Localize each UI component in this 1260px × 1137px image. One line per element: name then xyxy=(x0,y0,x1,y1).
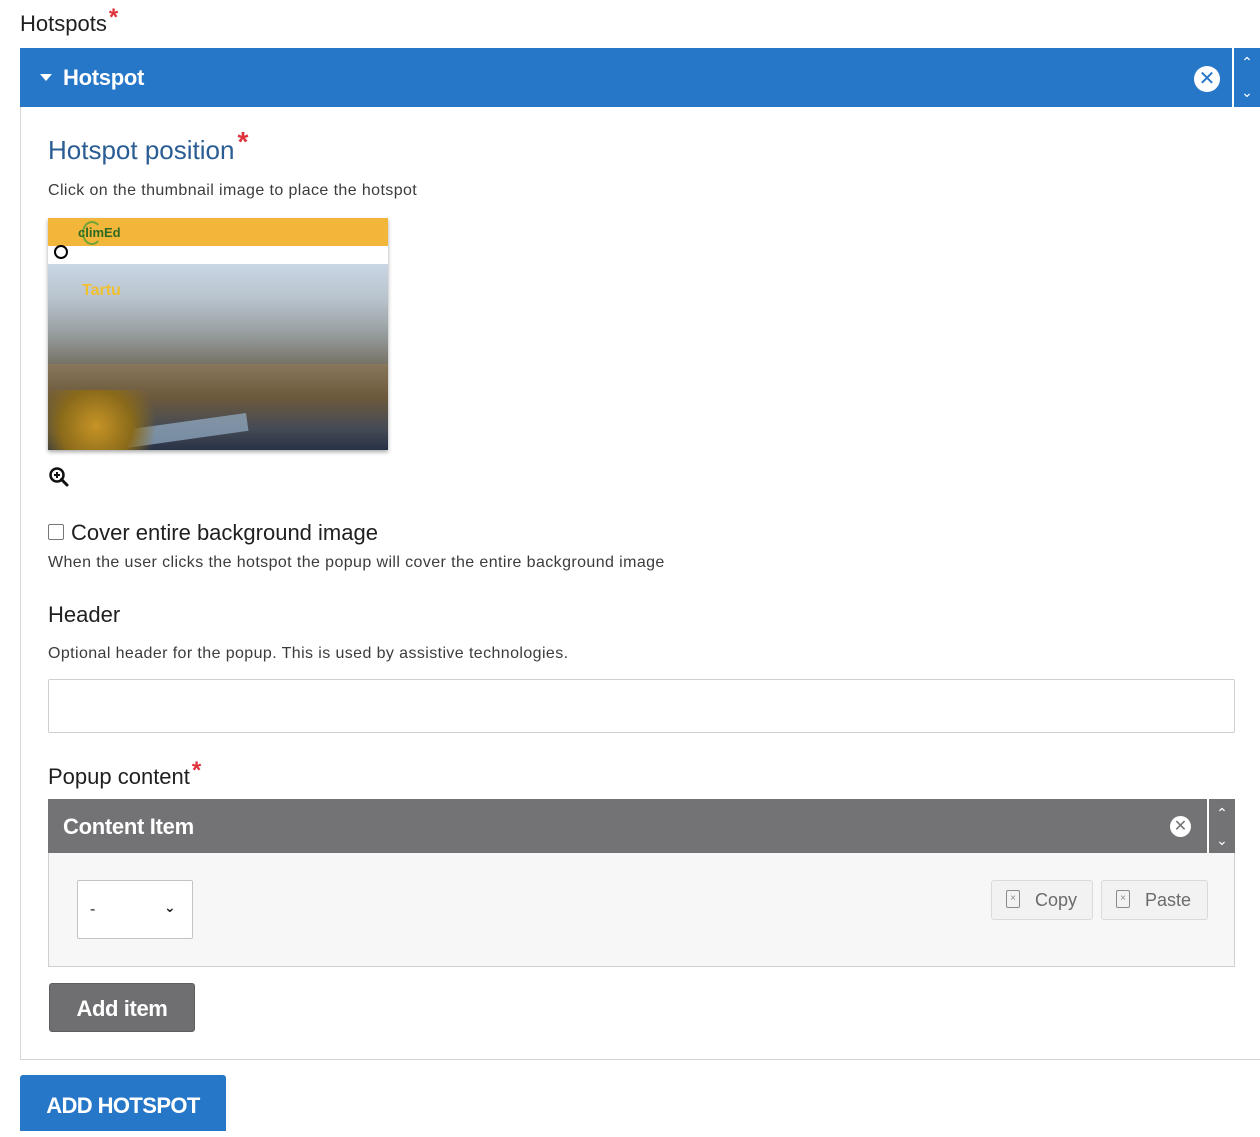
hotspot-header-bar[interactable]: Hotspot ✕ xyxy=(20,48,1232,107)
content-type-select[interactable]: - ⌄ xyxy=(77,880,193,939)
cover-label[interactable]: Cover entire background image xyxy=(71,520,378,546)
paste-button-label: Paste xyxy=(1145,890,1192,910)
add-item-button[interactable]: Add item xyxy=(49,983,195,1032)
popup-content-label-text: Popup content xyxy=(48,764,190,789)
header-input[interactable] xyxy=(48,679,1235,733)
caret-down-icon[interactable] xyxy=(40,74,52,81)
hotspot-marker[interactable] xyxy=(54,245,68,259)
hotspot-reorder-buttons[interactable]: ⌃ ⌄ xyxy=(1234,48,1260,107)
header-label-text: Header xyxy=(48,602,121,627)
copy-icon: × xyxy=(1006,890,1020,908)
chevron-up-icon[interactable]: ⌃ xyxy=(1209,799,1235,826)
section-title: Hotspots* xyxy=(20,4,118,38)
cover-description: When the user clicks the hotspot the pop… xyxy=(48,554,665,571)
cover-checkbox[interactable] xyxy=(48,524,64,540)
hotspot-position-description: Click on the thumbnail image to place th… xyxy=(48,182,418,199)
header-label: Header xyxy=(48,602,120,628)
paste-button[interactable]: × Paste xyxy=(1101,880,1208,920)
add-hotspot-button[interactable]: ADD HOTSPOT xyxy=(20,1075,226,1131)
section-title-text: Hotspots xyxy=(20,11,107,36)
close-circle-icon[interactable]: ✕ xyxy=(1170,816,1191,837)
hotspot-position-title: Hotspot position * xyxy=(48,126,248,166)
thumbnail-logo: climEd xyxy=(78,225,121,240)
popup-content-label: Popup content* xyxy=(48,757,201,791)
required-marker: * xyxy=(191,757,202,784)
background-thumbnail[interactable]: climEd Tartu xyxy=(48,218,388,450)
content-item-label: Content Item xyxy=(63,814,194,839)
copy-button-label: Copy xyxy=(1035,890,1078,910)
chevron-up-icon[interactable]: ⌃ xyxy=(1234,48,1260,78)
thumbnail-caption: Tartu xyxy=(82,282,121,299)
thumbnail-trees xyxy=(48,390,168,450)
content-type-select-value: - xyxy=(90,901,96,918)
zoom-in-icon[interactable] xyxy=(48,466,70,488)
hotspot-label: Hotspot xyxy=(63,65,144,90)
thumbnail-nav xyxy=(48,246,388,264)
paste-icon: × xyxy=(1116,890,1130,908)
close-circle-icon[interactable]: ✕ xyxy=(1194,66,1220,92)
copy-button[interactable]: × Copy xyxy=(991,880,1093,920)
content-item-reorder-buttons[interactable]: ⌃ ⌄ xyxy=(1209,799,1235,853)
required-marker: * xyxy=(108,4,119,31)
chevron-down-icon[interactable]: ⌄ xyxy=(1209,826,1235,853)
required-marker: * xyxy=(237,126,249,157)
chevron-down-icon: ⌄ xyxy=(164,899,176,915)
chevron-down-icon[interactable]: ⌄ xyxy=(1234,78,1260,108)
header-description: Optional header for the popup. This is u… xyxy=(48,645,569,662)
content-item-header[interactable]: Content Item ✕ xyxy=(48,799,1207,853)
hotspot-position-title-text: Hotspot position xyxy=(48,135,235,165)
